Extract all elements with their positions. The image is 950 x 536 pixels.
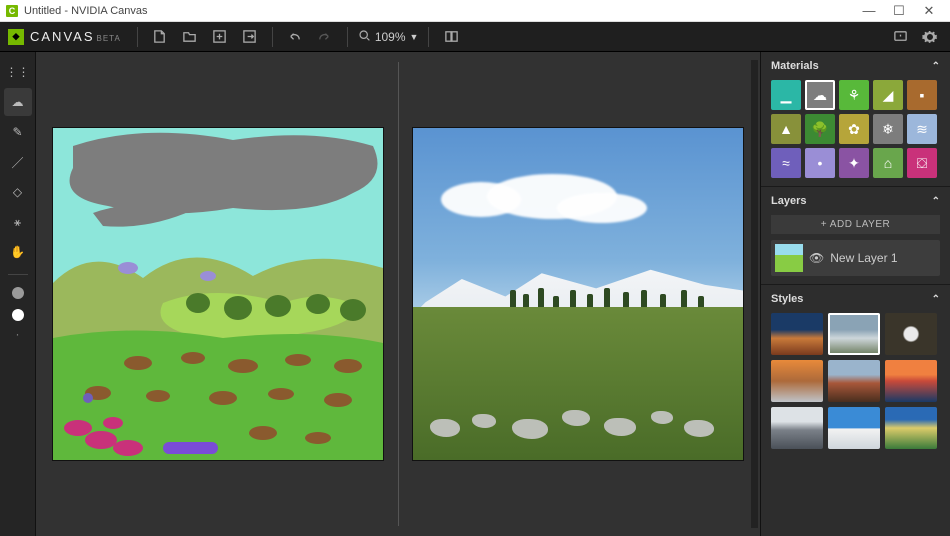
layer-row[interactable]: 👁 New Layer 1 xyxy=(771,240,940,276)
color-swatch[interactable] xyxy=(12,287,24,299)
style-desert-sunset[interactable] xyxy=(771,313,823,355)
maximize-button[interactable]: ☐ xyxy=(884,3,914,19)
style-cave[interactable] xyxy=(885,313,937,355)
brand-name: CANVAS xyxy=(30,29,95,44)
material-snow[interactable]: ❄ xyxy=(873,114,903,144)
generated-output[interactable] xyxy=(413,128,743,460)
layers-section: Layers ⌃ + ADD LAYER 👁 New Layer 1 xyxy=(761,187,950,285)
export-button[interactable] xyxy=(238,25,262,49)
window-title: Untitled - NVIDIA Canvas xyxy=(24,5,854,17)
beta-badge: BETA xyxy=(97,34,121,43)
separator xyxy=(272,27,273,47)
collapse-icon[interactable]: ⌃ xyxy=(932,196,940,207)
redo-button[interactable] xyxy=(313,25,337,49)
undo-button[interactable] xyxy=(283,25,307,49)
apps-icon[interactable]: ⋮⋮ xyxy=(4,58,32,86)
titlebar: C Untitled - NVIDIA Canvas — ☐ ✕ xyxy=(0,0,950,22)
style-blue-sky[interactable] xyxy=(828,407,880,449)
cloud-icon[interactable]: ☁ xyxy=(4,88,32,116)
materials-section: Materials ⌃ ▁☁⚘◢▪ ▲🌳✿❄≋ ≈•✦⌂⛋ xyxy=(761,52,950,187)
new-file-button[interactable] xyxy=(148,25,172,49)
minimize-button[interactable]: — xyxy=(854,3,884,18)
material-sparkle[interactable]: ✦ xyxy=(839,148,869,178)
hand-icon[interactable]: ✋ xyxy=(4,238,32,266)
material-horizon[interactable]: ▁ xyxy=(771,80,801,110)
import-button[interactable] xyxy=(208,25,232,49)
split-view-button[interactable] xyxy=(439,25,463,49)
nvidia-logo-icon: ◆ xyxy=(8,29,24,45)
more-icon[interactable]: · xyxy=(16,327,20,341)
app-favicon: C xyxy=(6,5,18,17)
material-bush[interactable]: ✿ xyxy=(839,114,869,144)
material-dirt[interactable]: ▪ xyxy=(907,80,937,110)
style-fog-sunset[interactable] xyxy=(771,360,823,402)
material-sea[interactable]: ≈ xyxy=(771,148,801,178)
material-cloud[interactable]: ☁ xyxy=(805,80,835,110)
feedback-button[interactable] xyxy=(888,25,912,49)
styles-section: Styles ⌃ xyxy=(761,285,950,457)
visibility-icon[interactable]: 👁 xyxy=(809,251,824,265)
separator xyxy=(8,274,28,275)
brand: ◆ CANVAS BETA xyxy=(8,29,121,45)
eraser-icon[interactable]: ◇ xyxy=(4,178,32,206)
open-file-button[interactable] xyxy=(178,25,202,49)
canvas-area xyxy=(36,52,760,536)
zoom-icon xyxy=(358,29,371,45)
zoom-value: 109% xyxy=(375,30,406,44)
collapse-icon[interactable]: ⌃ xyxy=(932,294,940,305)
segmentation-canvas[interactable] xyxy=(53,128,383,460)
material-fog[interactable]: • xyxy=(805,148,835,178)
add-layer-button[interactable]: + ADD LAYER xyxy=(771,215,940,234)
material-rock[interactable]: ⛋ xyxy=(907,148,937,178)
material-hill[interactable]: ◢ xyxy=(873,80,903,110)
separator xyxy=(428,27,429,47)
style-alpine[interactable] xyxy=(885,407,937,449)
materials-title: Materials xyxy=(771,60,819,72)
material-tree[interactable]: 🌳 xyxy=(805,114,835,144)
right-panel: Materials ⌃ ▁☁⚘◢▪ ▲🌳✿❄≋ ≈•✦⌂⛋ Layers ⌃ + A… xyxy=(760,52,950,536)
collapse-icon[interactable]: ⌃ xyxy=(932,61,940,72)
material-building[interactable]: ⌂ xyxy=(873,148,903,178)
toolstrip: ⋮⋮☁✎／◇⚹✋ · xyxy=(0,52,36,536)
material-mountain[interactable]: ▲ xyxy=(771,114,801,144)
styles-title: Styles xyxy=(771,293,803,305)
material-grass[interactable]: ⚘ xyxy=(839,80,869,110)
separator xyxy=(347,27,348,47)
layer-thumb xyxy=(775,244,803,272)
style-red-peak[interactable] xyxy=(828,360,880,402)
layer-name: New Layer 1 xyxy=(830,251,897,265)
panel-divider[interactable] xyxy=(398,62,399,526)
style-cloudy-day[interactable] xyxy=(828,313,880,355)
app-toolbar: ◆ CANVAS BETA 109% ▼ xyxy=(0,22,950,52)
material-water[interactable]: ≋ xyxy=(907,114,937,144)
brush-icon[interactable]: ✎ xyxy=(4,118,32,146)
eyedropper-icon[interactable]: ⚹ xyxy=(4,208,32,236)
close-button[interactable]: ✕ xyxy=(914,3,944,19)
settings-button[interactable] xyxy=(918,25,942,49)
style-ocean-sunset[interactable] xyxy=(885,360,937,402)
separator xyxy=(137,27,138,47)
layers-title: Layers xyxy=(771,195,806,207)
zoom-dropdown-icon[interactable]: ▼ xyxy=(410,32,419,42)
scrollbar[interactable] xyxy=(751,60,758,528)
color-swatch[interactable] xyxy=(12,309,24,321)
pencil-icon[interactable]: ／ xyxy=(4,148,32,176)
style-grey-mtn[interactable] xyxy=(771,407,823,449)
